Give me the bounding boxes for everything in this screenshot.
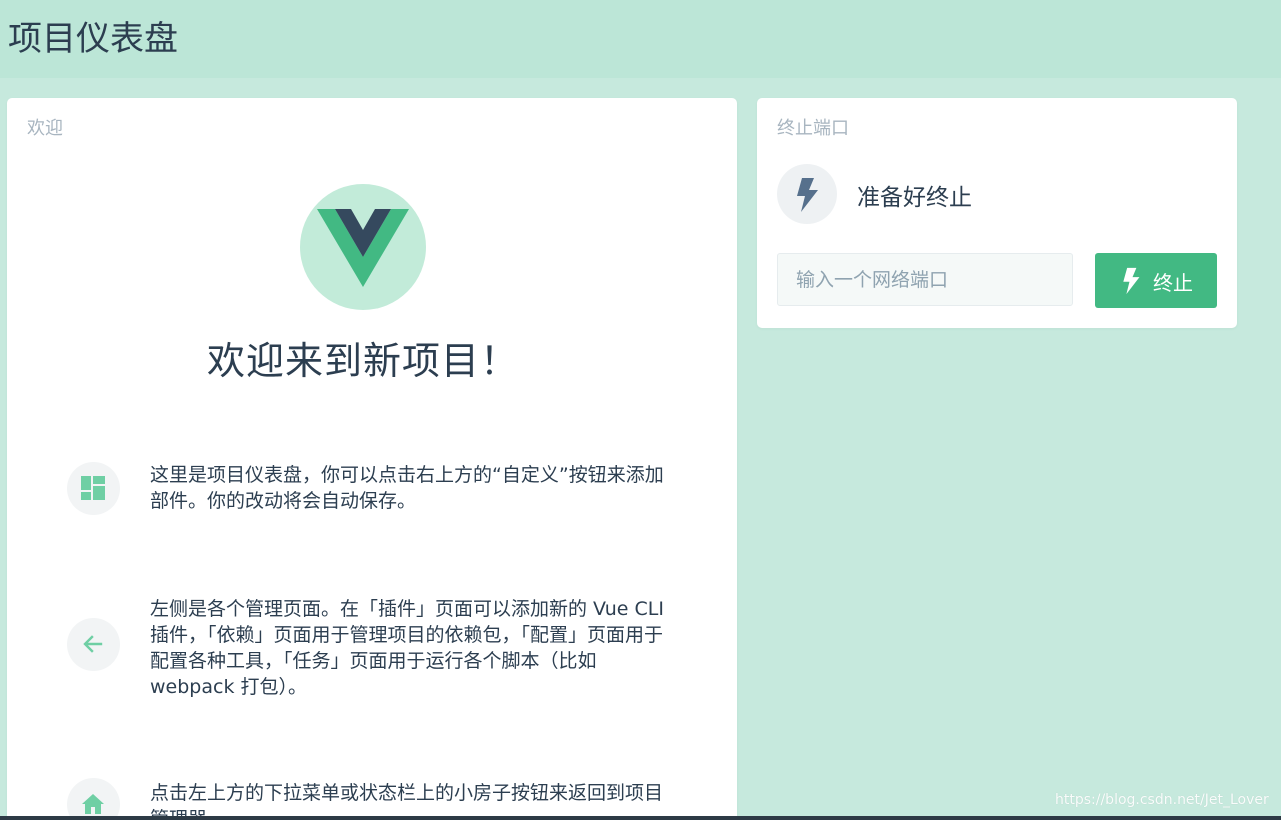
home-icon bbox=[67, 778, 120, 820]
welcome-widget-title: 欢迎 bbox=[27, 118, 63, 139]
kill-port-widget-title: 终止端口 bbox=[777, 118, 849, 139]
bottom-strip bbox=[0, 816, 1281, 820]
tip-text: 这里是项目仪表盘，你可以点击右上方的“自定义”按钮来添加部件。你的改动将会自动保… bbox=[150, 464, 664, 512]
tip-text: 左侧是各个管理页面。在「插件」页面可以添加新的 Vue CLI 插件，「依赖」页… bbox=[150, 598, 664, 698]
vue-logo-icon bbox=[317, 209, 409, 287]
arrow-left-icon bbox=[67, 618, 120, 671]
dashboard-icon bbox=[67, 462, 120, 515]
watermark: https://blog.csdn.net/Jet_Lover bbox=[1055, 792, 1269, 808]
kill-status: 准备好终止 bbox=[857, 185, 972, 211]
welcome-heading: 欢迎来到新项目！ bbox=[206, 339, 519, 383]
top-bar: 项目仪表盘 bbox=[0, 0, 1281, 78]
flash-icon bbox=[777, 164, 837, 224]
page-title: 项目仪表盘 bbox=[8, 19, 178, 59]
tip-text: 点击左上方的下拉菜单或状态栏上的小房子按钮来返回到项目管理器。 bbox=[150, 782, 664, 820]
kill-button-label: 终止 bbox=[1153, 271, 1193, 295]
flash-icon bbox=[1123, 267, 1140, 295]
kill-button[interactable]: 终止 bbox=[1095, 253, 1217, 308]
port-input[interactable] bbox=[777, 253, 1073, 306]
vue-logo bbox=[300, 184, 426, 310]
kill-port-widget: 终止端口 准备好终止 终止 bbox=[757, 98, 1237, 328]
welcome-widget: 欢迎 欢迎来到新项目！ 这里是项目仪表盘，你可以点击右上方的“自定义”按钮来添加… bbox=[7, 98, 737, 820]
